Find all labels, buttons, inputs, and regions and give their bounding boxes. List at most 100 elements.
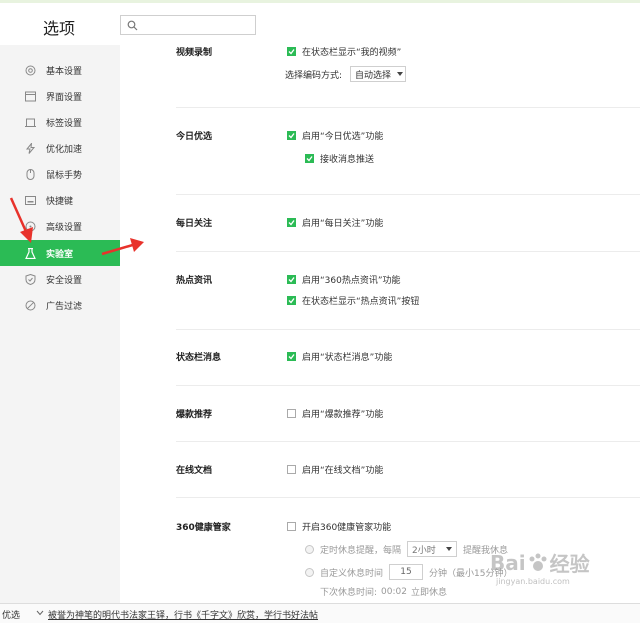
option-label: 定时休息提醒，每隔 (320, 545, 402, 556)
checkbox-unchecked-icon[interactable] (287, 522, 296, 531)
sidebar-item-label: 界面设置 (46, 92, 83, 103)
option-daily-enable[interactable]: 启用“每日关注”功能 (287, 216, 383, 229)
settings-content: 视频录制 在状态栏显示“我的视频” 选择编码方式: 自动选择 今日优选 启用“今… (120, 45, 640, 603)
option-today-push[interactable]: 接收消息推送 (305, 152, 374, 165)
next-rest-row: 下次休息时间: 00:02 立即休息 (320, 585, 447, 599)
sidebar-item-label: 高级设置 (46, 222, 83, 233)
checkbox-checked-icon[interactable] (287, 131, 296, 140)
sidebar-item-mouse[interactable]: 鼠标手势 (0, 161, 120, 187)
checkbox-unchecked-icon[interactable] (287, 409, 296, 418)
section-title-burst: 爆款推荐 (176, 410, 213, 420)
option-encode: 选择编码方式: 自动选择 (285, 66, 407, 82)
divider (176, 194, 640, 195)
watermark-brand: Bai (490, 550, 526, 575)
section-title-statusbar: 状态栏消息 (176, 353, 222, 363)
mouse-icon (24, 168, 36, 180)
rest-minutes-input[interactable]: 15 (389, 564, 424, 580)
option-health-custom[interactable]: 自定义休息时间 15 分钟（最小15分钟） (305, 564, 512, 580)
checkbox-checked-icon[interactable] (287, 47, 296, 56)
sidebar-item-optimize[interactable]: 优化加速 (0, 135, 120, 161)
sidebar-item-label: 鼠标手势 (46, 170, 83, 181)
divider (176, 251, 640, 252)
checkbox-checked-icon[interactable] (287, 352, 296, 361)
option-burst-enable[interactable]: 启用“爆款推荐”功能 (287, 407, 383, 420)
flask-icon (24, 247, 36, 259)
checkbox-checked-icon[interactable] (287, 218, 296, 227)
baidu-watermark: Bai 经验 jingyan.baidu.com (490, 548, 590, 587)
section-title-daily: 每日关注 (176, 219, 213, 229)
chevron-down-icon (397, 72, 404, 76)
option-label: 启用“今日优选”功能 (302, 132, 384, 142)
option-label: 启用“爆款推荐”功能 (302, 410, 384, 420)
sidebar: 基本设置 界面设置 标签设置 优化加速 鼠标手势 快捷键 高级设置 实验室 安全… (0, 45, 120, 603)
divider (176, 385, 640, 386)
option-label: 启用“每日关注”功能 (302, 219, 384, 229)
block-icon (24, 299, 36, 311)
option-hot-statusbar[interactable]: 在状态栏显示“热点资讯”按钮 (287, 294, 419, 307)
sidebar-item-label: 广告过滤 (46, 301, 83, 312)
option-label: 启用“状态栏消息”功能 (302, 353, 393, 363)
shield-icon (24, 273, 36, 285)
rest-interval-value: 2小时 (412, 545, 436, 556)
option-label: 在状态栏显示“热点资讯”按钮 (302, 297, 420, 307)
sidebar-item-label: 安全设置 (46, 275, 83, 286)
sidebar-item-label: 基本设置 (46, 66, 83, 77)
option-hot-enable[interactable]: 启用“360热点资讯”功能 (287, 273, 401, 286)
option-label: 启用“在线文档”功能 (302, 466, 384, 476)
encode-select[interactable]: 自动选择 (350, 66, 407, 82)
sidebar-item-adblock[interactable]: 广告过滤 (0, 292, 120, 318)
section-title-docs: 在线文档 (176, 466, 213, 476)
option-today-enable[interactable]: 启用“今日优选”功能 (287, 129, 383, 142)
divider (176, 107, 640, 108)
sidebar-item-label: 优化加速 (46, 144, 83, 155)
search-input[interactable] (120, 15, 256, 35)
radio-icon[interactable] (305, 544, 314, 554)
bottom-left-label: 优选 (2, 611, 21, 621)
divider (176, 441, 640, 442)
option-video-statusbar[interactable]: 在状态栏显示“我的视频” (287, 45, 401, 58)
encode-select-value: 自动选择 (355, 70, 392, 81)
sidebar-item-shortcuts[interactable]: 快捷键 (0, 187, 120, 213)
settings-icon (24, 64, 36, 76)
next-rest-label: 下次休息时间: (320, 588, 378, 598)
chevron-down-icon (446, 547, 453, 551)
watermark-url: jingyan.baidu.com (496, 577, 570, 586)
sidebar-item-lab[interactable]: 实验室 (0, 240, 120, 266)
bottom-news-link[interactable]: 被誉为神笔的明代书法家王铎，行书《千字文》欣赏，学行书好法帖 (48, 608, 318, 621)
checkbox-checked-icon[interactable] (287, 275, 296, 284)
option-docs-enable[interactable]: 启用“在线文档”功能 (287, 463, 383, 476)
rest-now-link[interactable]: 立即休息 (411, 585, 447, 598)
advanced-icon (24, 220, 36, 232)
bottom-status-bar: 优选 被誉为神笔的明代书法家王铎，行书《千字文》欣赏，学行书好法帖 (0, 603, 640, 623)
option-label: 自定义休息时间 (320, 568, 384, 579)
checkbox-checked-icon[interactable] (287, 296, 296, 305)
radio-icon[interactable] (305, 567, 314, 577)
section-title-hot: 热点资讯 (176, 276, 213, 286)
next-rest-time: 00:02 (381, 586, 407, 597)
sidebar-item-interface[interactable]: 界面设置 (0, 83, 120, 109)
sidebar-item-advanced[interactable]: 高级设置 (0, 213, 120, 239)
keyboard-icon (24, 194, 36, 206)
sidebar-item-label: 实验室 (46, 249, 74, 260)
section-title-today: 今日优选 (176, 132, 213, 142)
checkbox-checked-icon[interactable] (305, 154, 314, 163)
option-label: 启用“360热点资讯”功能 (302, 276, 401, 286)
sidebar-item-basic[interactable]: 基本设置 (0, 57, 120, 83)
option-statusbar-enable[interactable]: 启用“状态栏消息”功能 (287, 350, 392, 363)
sidebar-item-tabs[interactable]: 标签设置 (0, 109, 120, 135)
divider (176, 497, 640, 498)
encode-label: 选择编码方式: (285, 70, 343, 81)
rest-interval-select[interactable]: 2小时 (407, 541, 458, 557)
search-icon (127, 20, 138, 31)
checkbox-unchecked-icon[interactable] (287, 465, 296, 474)
option-label: 开启360健康管家功能 (302, 523, 392, 533)
paw-icon (529, 553, 547, 571)
sidebar-item-security[interactable]: 安全设置 (0, 266, 120, 292)
option-label: 在状态栏显示“我的视频” (302, 48, 402, 58)
option-health-enable[interactable]: 开启360健康管家功能 (287, 520, 391, 533)
option-health-timed[interactable]: 定时休息提醒，每隔 2小时 提醒我休息 (305, 541, 508, 557)
tab-icon (24, 116, 36, 128)
section-title-health: 360健康管家 (176, 523, 231, 533)
option-label: 接收消息推送 (320, 155, 375, 165)
divider (176, 329, 640, 330)
